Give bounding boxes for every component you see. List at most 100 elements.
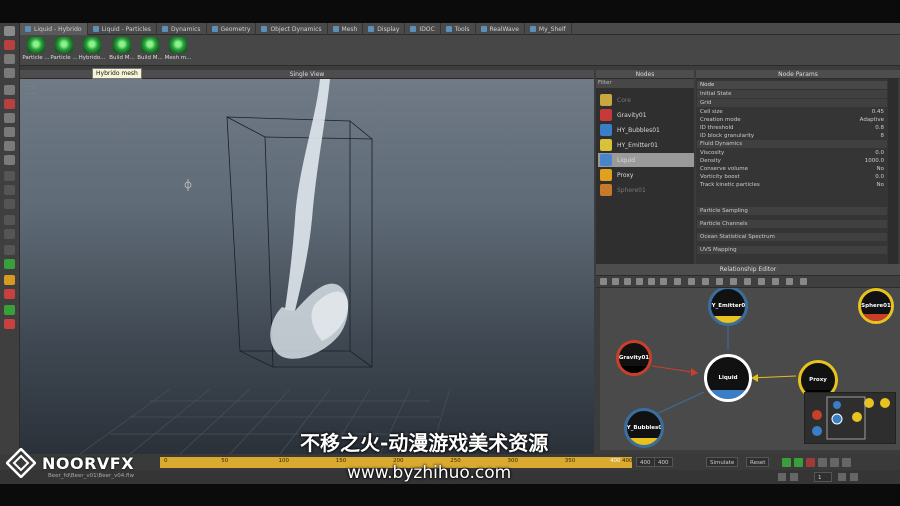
shelf-tab[interactable]: Display bbox=[363, 23, 406, 35]
rel-tool-icon[interactable] bbox=[600, 278, 607, 285]
param-row[interactable]: Ocean Statistical Spectrum bbox=[697, 233, 887, 241]
last-frame-icon[interactable] bbox=[850, 473, 858, 481]
param-row[interactable] bbox=[697, 189, 887, 197]
single-view-viewport[interactable]: ... ... bbox=[20, 79, 594, 454]
rel-tool-icon[interactable] bbox=[772, 278, 779, 285]
left-tool-icon[interactable] bbox=[4, 305, 15, 315]
rel-tool-icon[interactable] bbox=[674, 278, 681, 285]
frame-field[interactable]: 1 bbox=[814, 472, 832, 482]
shelf-button[interactable]: Build M... bbox=[108, 37, 136, 65]
node-item[interactable]: Proxy bbox=[598, 168, 694, 182]
rel-tool-icon[interactable] bbox=[624, 278, 631, 285]
shelf-tab[interactable]: Tools bbox=[441, 23, 476, 35]
rel-node[interactable]: Sphere01 bbox=[858, 288, 894, 324]
param-row[interactable]: ID block granularity 8 bbox=[697, 132, 887, 140]
param-row[interactable]: Initial State bbox=[697, 90, 887, 98]
param-row[interactable]: Track kinetic particles No bbox=[697, 181, 887, 189]
param-row[interactable]: Density 1000.0 bbox=[697, 157, 887, 165]
left-tool-icon[interactable] bbox=[4, 185, 15, 195]
next-frame-icon[interactable] bbox=[838, 473, 846, 481]
rel-tool-icon[interactable] bbox=[612, 278, 619, 285]
left-tool-icon[interactable] bbox=[4, 99, 15, 109]
rel-tool-icon[interactable] bbox=[702, 278, 709, 285]
left-tool-icon[interactable] bbox=[4, 26, 15, 36]
left-tool-icon[interactable] bbox=[4, 155, 15, 165]
rel-editor-minimap[interactable] bbox=[804, 392, 896, 444]
left-tool-icon[interactable] bbox=[4, 54, 15, 64]
shelf-button[interactable]: Particle ... bbox=[22, 37, 50, 65]
node-item[interactable]: Sphere01 bbox=[598, 183, 694, 197]
node-item[interactable]: Liquid bbox=[598, 153, 694, 167]
shelf-button[interactable]: Build M... bbox=[136, 37, 164, 65]
shelf-tab[interactable]: Liquid - Particles bbox=[88, 23, 157, 35]
rel-tool-icon[interactable] bbox=[786, 278, 793, 285]
play-icon[interactable] bbox=[782, 458, 791, 467]
rel-tool-icon[interactable] bbox=[636, 278, 643, 285]
shelf-tab[interactable]: IDOC bbox=[405, 23, 441, 35]
rel-tool-icon[interactable] bbox=[800, 278, 807, 285]
rel-tool-icon[interactable] bbox=[688, 278, 695, 285]
shelf-tab[interactable]: My_Shelf bbox=[525, 23, 572, 35]
left-tool-icon[interactable] bbox=[4, 68, 15, 78]
rel-node[interactable]: Gravity01 bbox=[616, 340, 652, 376]
left-tool-icon[interactable] bbox=[4, 127, 15, 137]
param-row[interactable]: Fluid Dynamics bbox=[697, 140, 887, 148]
rel-tool-icon[interactable] bbox=[730, 278, 737, 285]
settings-icon[interactable] bbox=[842, 458, 851, 467]
step-icon[interactable] bbox=[794, 458, 803, 467]
param-row[interactable]: Grid bbox=[697, 99, 887, 107]
gravity-gizmo-icon[interactable] bbox=[184, 179, 192, 191]
nodes-filter-field[interactable]: Filter bbox=[596, 79, 694, 88]
node-item[interactable]: Core bbox=[598, 93, 694, 107]
stop-icon[interactable] bbox=[806, 458, 815, 467]
left-tool-icon[interactable] bbox=[4, 199, 15, 209]
node-item[interactable]: HY_Bubbles01 bbox=[598, 123, 694, 137]
prev-frame-icon[interactable] bbox=[790, 473, 798, 481]
shelf-tab[interactable]: Dynamics bbox=[157, 23, 207, 35]
param-row[interactable]: ID threshold 0.8 bbox=[697, 124, 887, 132]
left-tool-icon[interactable] bbox=[4, 171, 15, 181]
shelf-tab[interactable]: Geometry bbox=[207, 23, 257, 35]
left-tool-icon[interactable] bbox=[4, 85, 15, 95]
shelf-button[interactable]: Hybrido... bbox=[78, 37, 106, 65]
param-row[interactable]: Particle Channels bbox=[697, 220, 887, 228]
rel-node[interactable]: HY_Emitter01 bbox=[708, 288, 748, 326]
left-tool-icon[interactable] bbox=[4, 289, 15, 299]
end-frame-marker[interactable]: 400 bbox=[610, 458, 621, 464]
shelf-tab[interactable]: Object Dynamics bbox=[256, 23, 328, 35]
rel-node[interactable]: HY_Bubbles01 bbox=[624, 408, 664, 448]
left-tool-icon[interactable] bbox=[4, 229, 15, 239]
rel-tool-icon[interactable] bbox=[758, 278, 765, 285]
end-frame-field-2[interactable]: 400 bbox=[654, 457, 673, 467]
simulate-dropdown[interactable]: Simulate bbox=[706, 457, 739, 467]
left-tool-icon[interactable] bbox=[4, 215, 15, 225]
left-tool-icon[interactable] bbox=[4, 275, 15, 285]
param-row[interactable]: Creation mode Adaptive bbox=[697, 116, 887, 124]
left-tool-icon[interactable] bbox=[4, 113, 15, 123]
first-frame-icon[interactable] bbox=[778, 473, 786, 481]
param-row[interactable]: Viscosity 0.0 bbox=[697, 149, 887, 157]
reset-dropdown[interactable]: Reset bbox=[746, 457, 770, 467]
left-tool-icon[interactable] bbox=[4, 40, 15, 50]
params-scrollbar[interactable] bbox=[888, 79, 898, 264]
shelf-tab[interactable]: RealWave bbox=[476, 23, 525, 35]
param-row[interactable]: Vorticity boost 0.0 bbox=[697, 173, 887, 181]
param-row[interactable]: Node bbox=[697, 81, 887, 89]
node-item[interactable]: HY_Emitter01 bbox=[598, 138, 694, 152]
shelf-button[interactable]: Particle ... bbox=[50, 37, 78, 65]
rel-node[interactable]: Liquid bbox=[704, 354, 752, 402]
end-frame-field-1[interactable]: 400 bbox=[636, 457, 655, 467]
param-row[interactable] bbox=[697, 197, 887, 205]
param-row[interactable]: Cell size 0.45 bbox=[697, 108, 887, 116]
left-tool-icon[interactable] bbox=[4, 259, 15, 269]
rel-tool-icon[interactable] bbox=[744, 278, 751, 285]
rel-tool-icon[interactable] bbox=[716, 278, 723, 285]
node-item[interactable]: Gravity01 bbox=[598, 108, 694, 122]
rel-tool-icon[interactable] bbox=[648, 278, 655, 285]
shelf-button[interactable]: Mesh m... bbox=[164, 37, 192, 65]
shelf-tab[interactable]: Liquid - Hybrido bbox=[20, 23, 88, 35]
left-tool-icon[interactable] bbox=[4, 141, 15, 151]
param-row[interactable]: UVS Mapping bbox=[697, 246, 887, 254]
rel-tool-icon[interactable] bbox=[660, 278, 667, 285]
param-row[interactable]: Conserve volume No bbox=[697, 165, 887, 173]
